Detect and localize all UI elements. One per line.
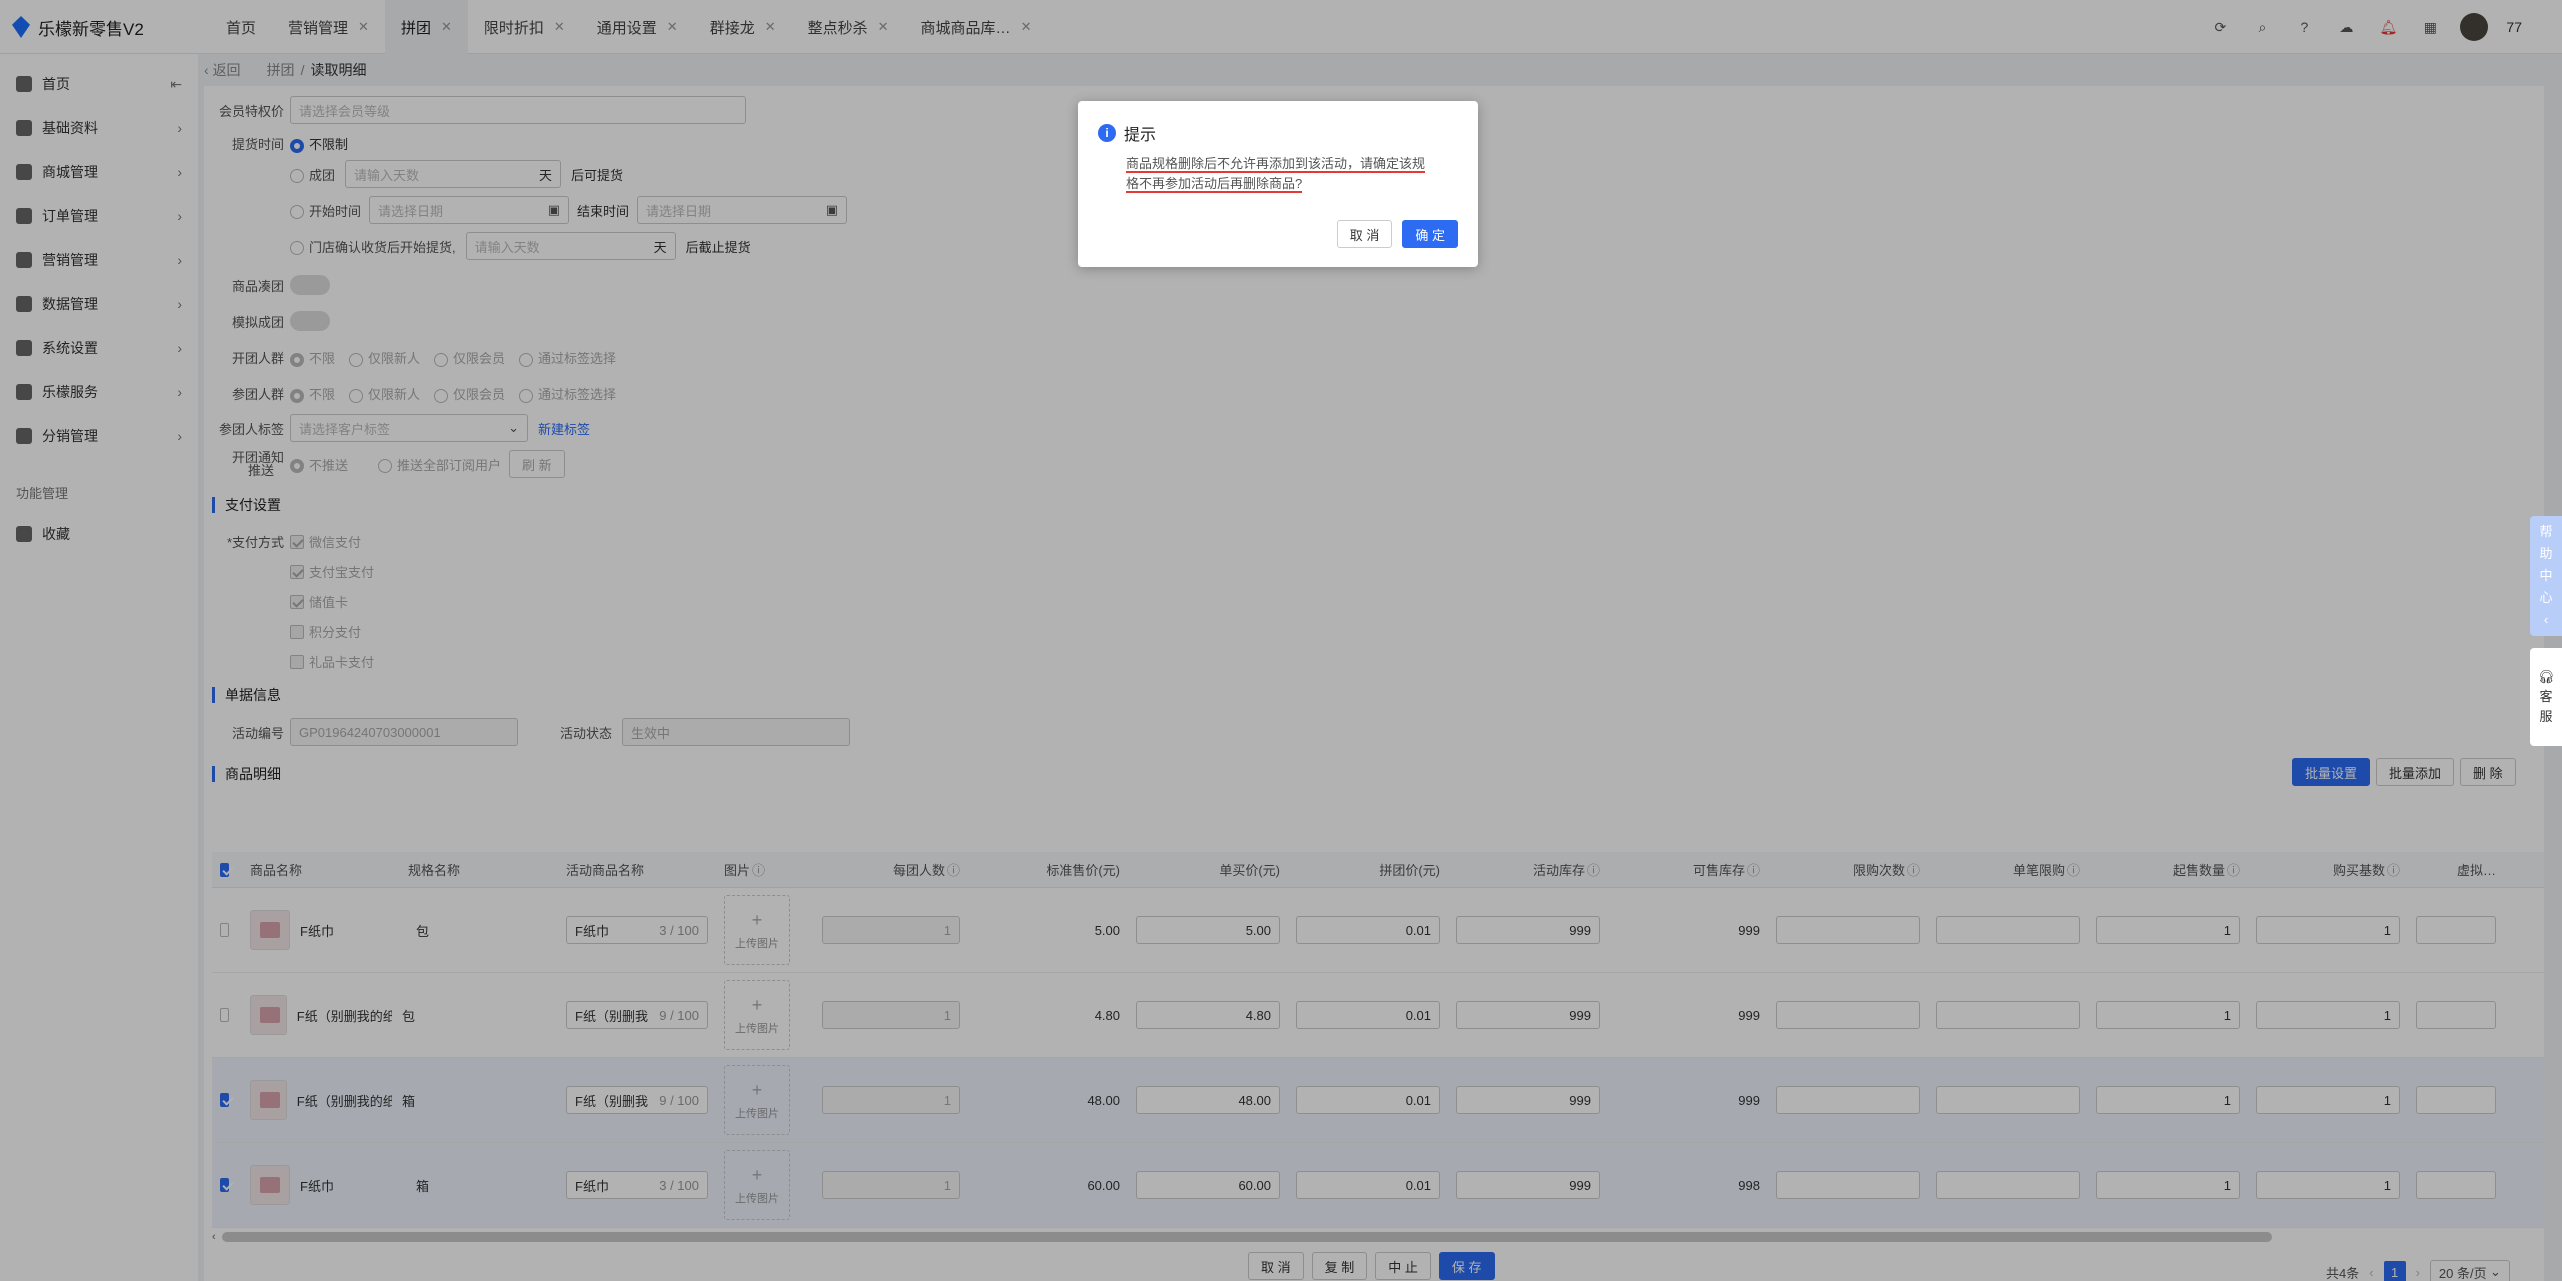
help-char: 心 <box>2539 590 2553 605</box>
dialog-message: 商品规格删除后不允许再添加到该活动，请确定该规 格不再参加活动后再删除商品? <box>1126 154 1456 194</box>
help-char: 中 <box>2539 568 2553 583</box>
help-char: 帮 <box>2539 524 2553 539</box>
headset-icon: 🎧︎ <box>2537 669 2555 684</box>
dialog-title-text: 提示 <box>1124 127 1157 144</box>
help-char: ‹ <box>2543 612 2549 627</box>
help-center-tab[interactable]: 帮 助 中 心 ‹ <box>2530 516 2562 636</box>
dialog-actions: 取 消 确 定 <box>1336 220 1458 248</box>
kefu-char: 客 <box>2539 689 2553 704</box>
kefu-char: 服 <box>2539 709 2553 724</box>
dialog-title: i 提示 <box>1098 121 1156 145</box>
dialog-confirm-button[interactable]: 确 定 <box>1402 220 1458 248</box>
info-icon: i <box>1098 124 1116 142</box>
customer-service-tab[interactable]: 🎧︎ 客 服 <box>2530 648 2562 746</box>
dialog-cancel-button[interactable]: 取 消 <box>1336 220 1393 248</box>
dialog-message-line: 格不再参加活动后再删除商品? <box>1126 176 1303 193</box>
dialog-message-line: 商品规格删除后不允许再添加到该活动，请确定该规 <box>1126 156 1426 173</box>
help-char: 助 <box>2539 546 2553 561</box>
confirm-dialog: i 提示 商品规格删除后不允许再添加到该活动，请确定该规 格不再参加活动后再删除… <box>1078 101 1478 267</box>
